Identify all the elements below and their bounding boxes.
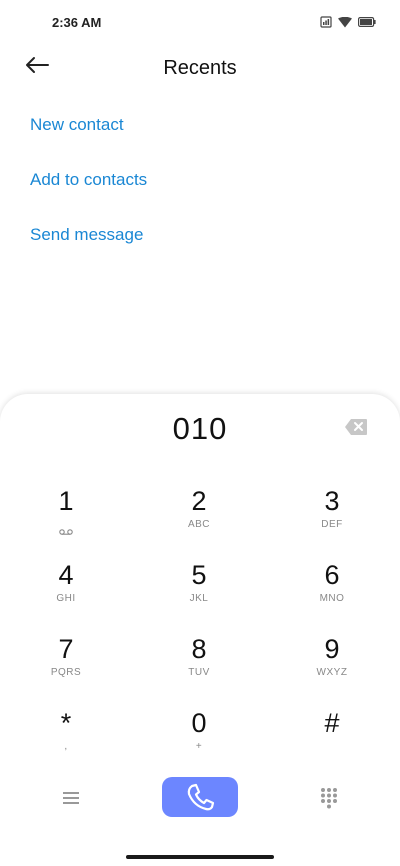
key-letters: WXYZ: [316, 667, 348, 678]
key-star[interactable]: * ,: [11, 708, 121, 770]
key-digit: 9: [324, 634, 340, 664]
status-bar: 2:36 AM: [0, 0, 400, 44]
keypad-grid-icon: [320, 788, 338, 813]
key-digit: 3: [324, 486, 340, 516]
key-letters: JKL: [189, 593, 209, 604]
key-letters: ,: [64, 741, 68, 752]
key-letters: MNO: [319, 593, 345, 604]
key-digit: 8: [191, 634, 207, 664]
key-3[interactable]: 3 DEF: [277, 486, 387, 548]
key-letters: PQRS: [50, 667, 82, 678]
add-to-contacts-link[interactable]: Add to contacts: [30, 170, 147, 190]
key-digit: 6: [324, 560, 340, 590]
keypad-toggle-button[interactable]: [320, 787, 338, 809]
new-contact-link[interactable]: New contact: [30, 115, 124, 135]
key-letters: GHI: [56, 593, 76, 604]
key-digit: 7: [58, 634, 74, 664]
key-0[interactable]: 0 +: [144, 708, 254, 770]
voicemail-icon: [59, 522, 73, 540]
key-2[interactable]: 2 ABC: [144, 486, 254, 548]
status-time: 2:36 AM: [52, 15, 102, 30]
key-6[interactable]: 6 MNO: [277, 560, 387, 622]
key-4[interactable]: 4 GHI: [11, 560, 121, 622]
key-digit: *: [60, 708, 72, 738]
key-letters: DEF: [321, 519, 343, 530]
key-letters: +: [195, 741, 203, 752]
send-message-link[interactable]: Send message: [30, 225, 143, 245]
backspace-icon: [344, 419, 368, 440]
key-9[interactable]: 9 WXYZ: [277, 634, 387, 696]
key-digit: 4: [58, 560, 74, 590]
page-title: Recents: [163, 57, 237, 79]
key-letters: ABC: [187, 519, 211, 530]
header: Recents: [0, 44, 400, 92]
battery-icon: [358, 17, 376, 27]
sim-icon: [320, 16, 332, 28]
status-icons: [320, 15, 376, 29]
key-1[interactable]: 1: [11, 486, 121, 548]
key-hash[interactable]: #: [277, 708, 387, 770]
key-digit: 2: [191, 486, 207, 516]
call-button[interactable]: [162, 777, 238, 817]
wifi-icon: [338, 16, 352, 28]
home-indicator[interactable]: [126, 855, 274, 859]
key-digit: 5: [191, 560, 207, 590]
number-display: 010: [172, 411, 228, 446]
key-digit: 1: [58, 486, 74, 516]
key-5[interactable]: 5 JKL: [144, 560, 254, 622]
key-7[interactable]: 7 PQRS: [11, 634, 121, 696]
key-letters: TUV: [188, 667, 210, 678]
key-8[interactable]: 8 TUV: [144, 634, 254, 696]
menu-icon: [60, 792, 82, 811]
key-digit: 0: [191, 708, 207, 738]
backspace-button[interactable]: [344, 418, 368, 436]
key-digit: #: [324, 708, 340, 738]
menu-button[interactable]: [60, 789, 82, 807]
